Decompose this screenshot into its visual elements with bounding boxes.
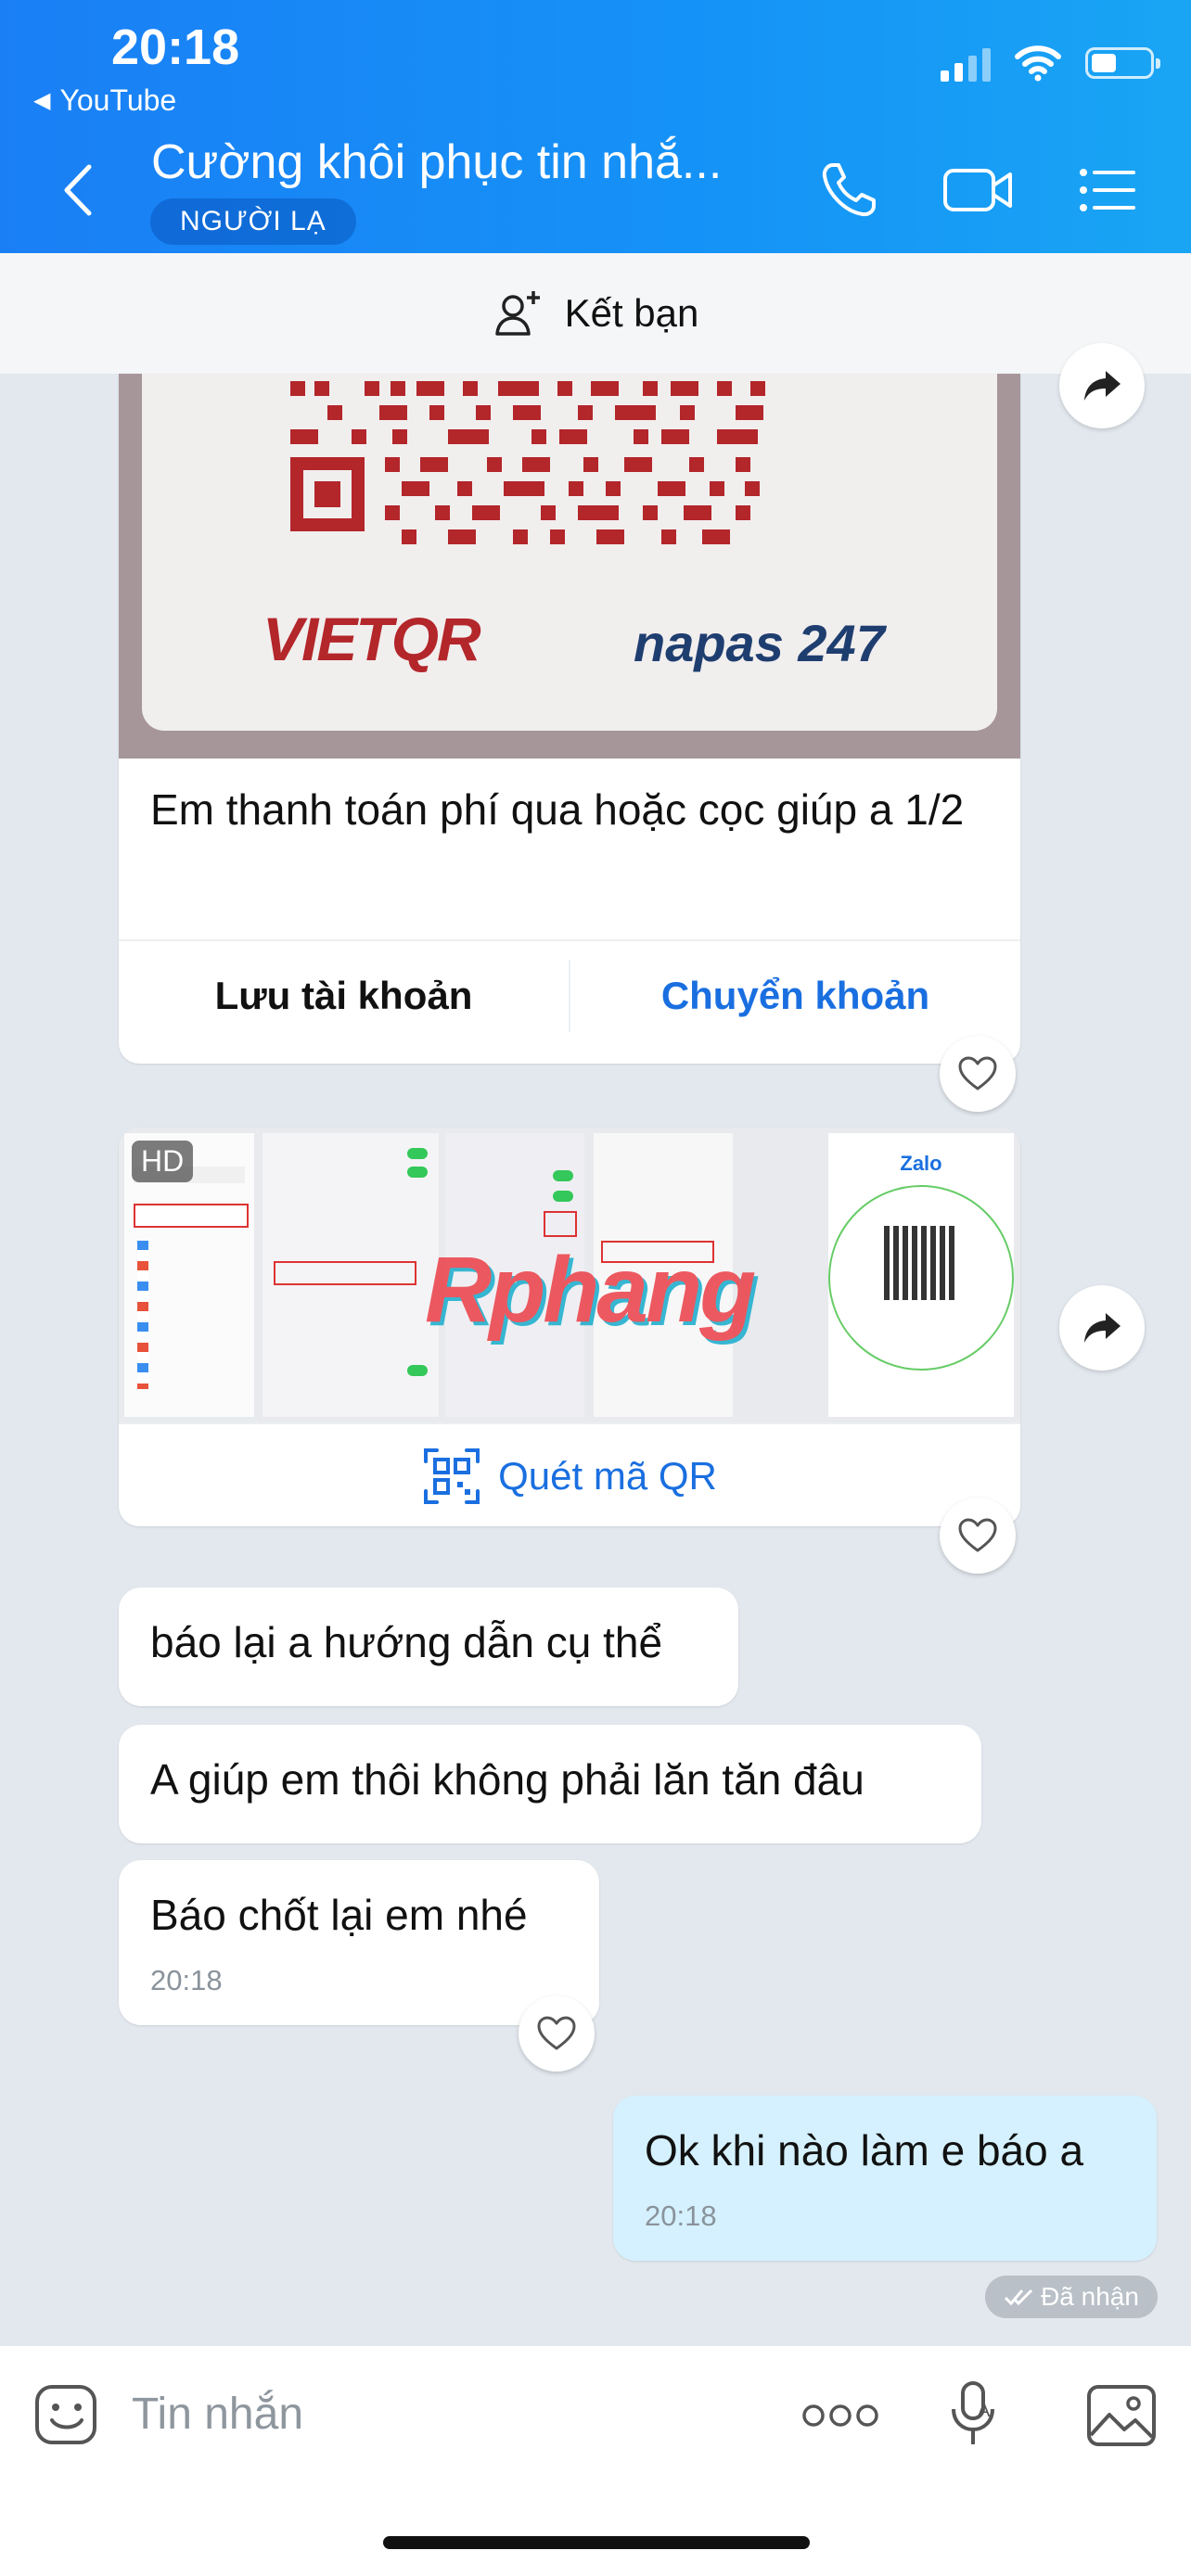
heart-icon [537,2016,576,2050]
message-timestamp: 20:18 [150,1964,223,1996]
sticker-emoji-icon[interactable] [32,2379,102,2450]
zalo-label: Zalo [900,1152,942,1175]
home-indicator[interactable] [383,2536,810,2549]
watermark-text: Rphang [425,1238,756,1342]
phone-icon[interactable] [816,158,881,223]
scan-qr-button[interactable]: Quét mã QR [119,1422,1020,1526]
back-app-label: YouTube [59,83,177,117]
hd-badge: HD [132,1141,194,1182]
wifi-icon [1015,45,1061,82]
status-icons [941,45,1160,82]
message-text: A giúp em thôi không phải lăn tăn đâu [150,1755,864,1804]
heart-icon [958,1518,997,1552]
back-to-app-link[interactable]: ◀ YouTube [33,83,176,118]
react-heart-button-1[interactable] [940,1036,1016,1112]
share-arrow-icon [1084,371,1121,401]
back-arrow-icon[interactable] [56,158,102,223]
napas-logo: napas 247 [634,614,885,672]
zalo-qr-thumbnail [884,1226,958,1300]
double-check-icon [1005,2289,1033,2306]
message-text: Ok khi nào làm e báo a [645,2126,1084,2174]
bank-card-text: Em thanh toán phí qua hoặc cọc giúp a 1/… [150,785,965,834]
bank-transfer-card: VIETQR napas 247 Em thanh toán phí qua h… [119,374,1020,1064]
message-timestamp: 20:18 [645,2200,717,2232]
screenshot-panel-2 [263,1133,439,1417]
back-triangle-icon: ◀ [33,88,51,113]
delivery-status-label: Đã nhận [1041,2282,1139,2311]
cellular-signal-icon [941,45,991,82]
chat-title[interactable]: Cường khôi phục tin nhắ... [151,134,722,190]
react-heart-button-3[interactable] [519,1996,595,2072]
image-message-card: HD Zalo Rphang Quét mã QR [119,1128,1020,1526]
message-text: Báo chốt lại em nhé [150,1891,528,1939]
tutorial-screenshot-image[interactable]: HD Zalo Rphang [119,1128,1020,1422]
scan-qr-label: Quét mã QR [498,1454,717,1498]
react-heart-button-2[interactable] [940,1498,1016,1574]
message-text: báo lại a hướng dẫn cụ thể [150,1618,663,1666]
add-friend-label: Kết bạn [564,291,699,335]
qr-scan-icon [424,1448,480,1504]
bank-card-actions: Lưu tài khoản Chuyển khoản [119,939,1020,1051]
vietqr-logo: VIETQR [263,605,481,673]
save-account-button[interactable]: Lưu tài khoản [119,941,569,1051]
my-message-bubble[interactable]: Ok khi nào làm e báo a 20:18 [613,2096,1157,2261]
battery-icon [1085,47,1160,79]
voice-to-text-mic-icon[interactable]: A [946,2379,1002,2450]
share-button-2[interactable] [1059,1285,1145,1371]
share-arrow-icon [1084,1313,1121,1343]
share-button-1[interactable] [1059,343,1145,428]
chat-header: 20:18 ◀ YouTube Cường khôi phục tin nhắ.… [0,0,1191,253]
svg-text:A: A [978,2401,991,2421]
message-input[interactable]: Tin nhắn [132,2389,303,2440]
message-bubble[interactable]: Báo chốt lại em nhé 20:18 [119,1860,599,2025]
video-call-icon[interactable] [941,158,1016,223]
add-friend-bar[interactable]: Kết bạn [0,253,1191,374]
image-picker-icon[interactable] [1085,2383,1158,2448]
status-time: 20:18 [111,19,240,75]
heart-icon [958,1056,997,1090]
qr-code-image [290,381,765,544]
more-options-icon[interactable] [801,2402,879,2429]
message-bubble[interactable]: A giúp em thôi không phải lăn tăn đâu [119,1725,981,1843]
delivery-status-badge: Đã nhận [985,2276,1158,2318]
message-bubble[interactable]: báo lại a hướng dẫn cụ thể [119,1588,738,1706]
add-friend-icon [494,291,540,336]
screenshot-panel-5: Zalo [828,1133,1014,1417]
vietqr-image[interactable]: VIETQR napas 247 [119,374,1020,759]
stranger-badge: NGƯỜI LẠ [150,198,356,245]
menu-list-icon[interactable] [1076,158,1141,223]
transfer-button[interactable]: Chuyển khoản [570,941,1020,1051]
